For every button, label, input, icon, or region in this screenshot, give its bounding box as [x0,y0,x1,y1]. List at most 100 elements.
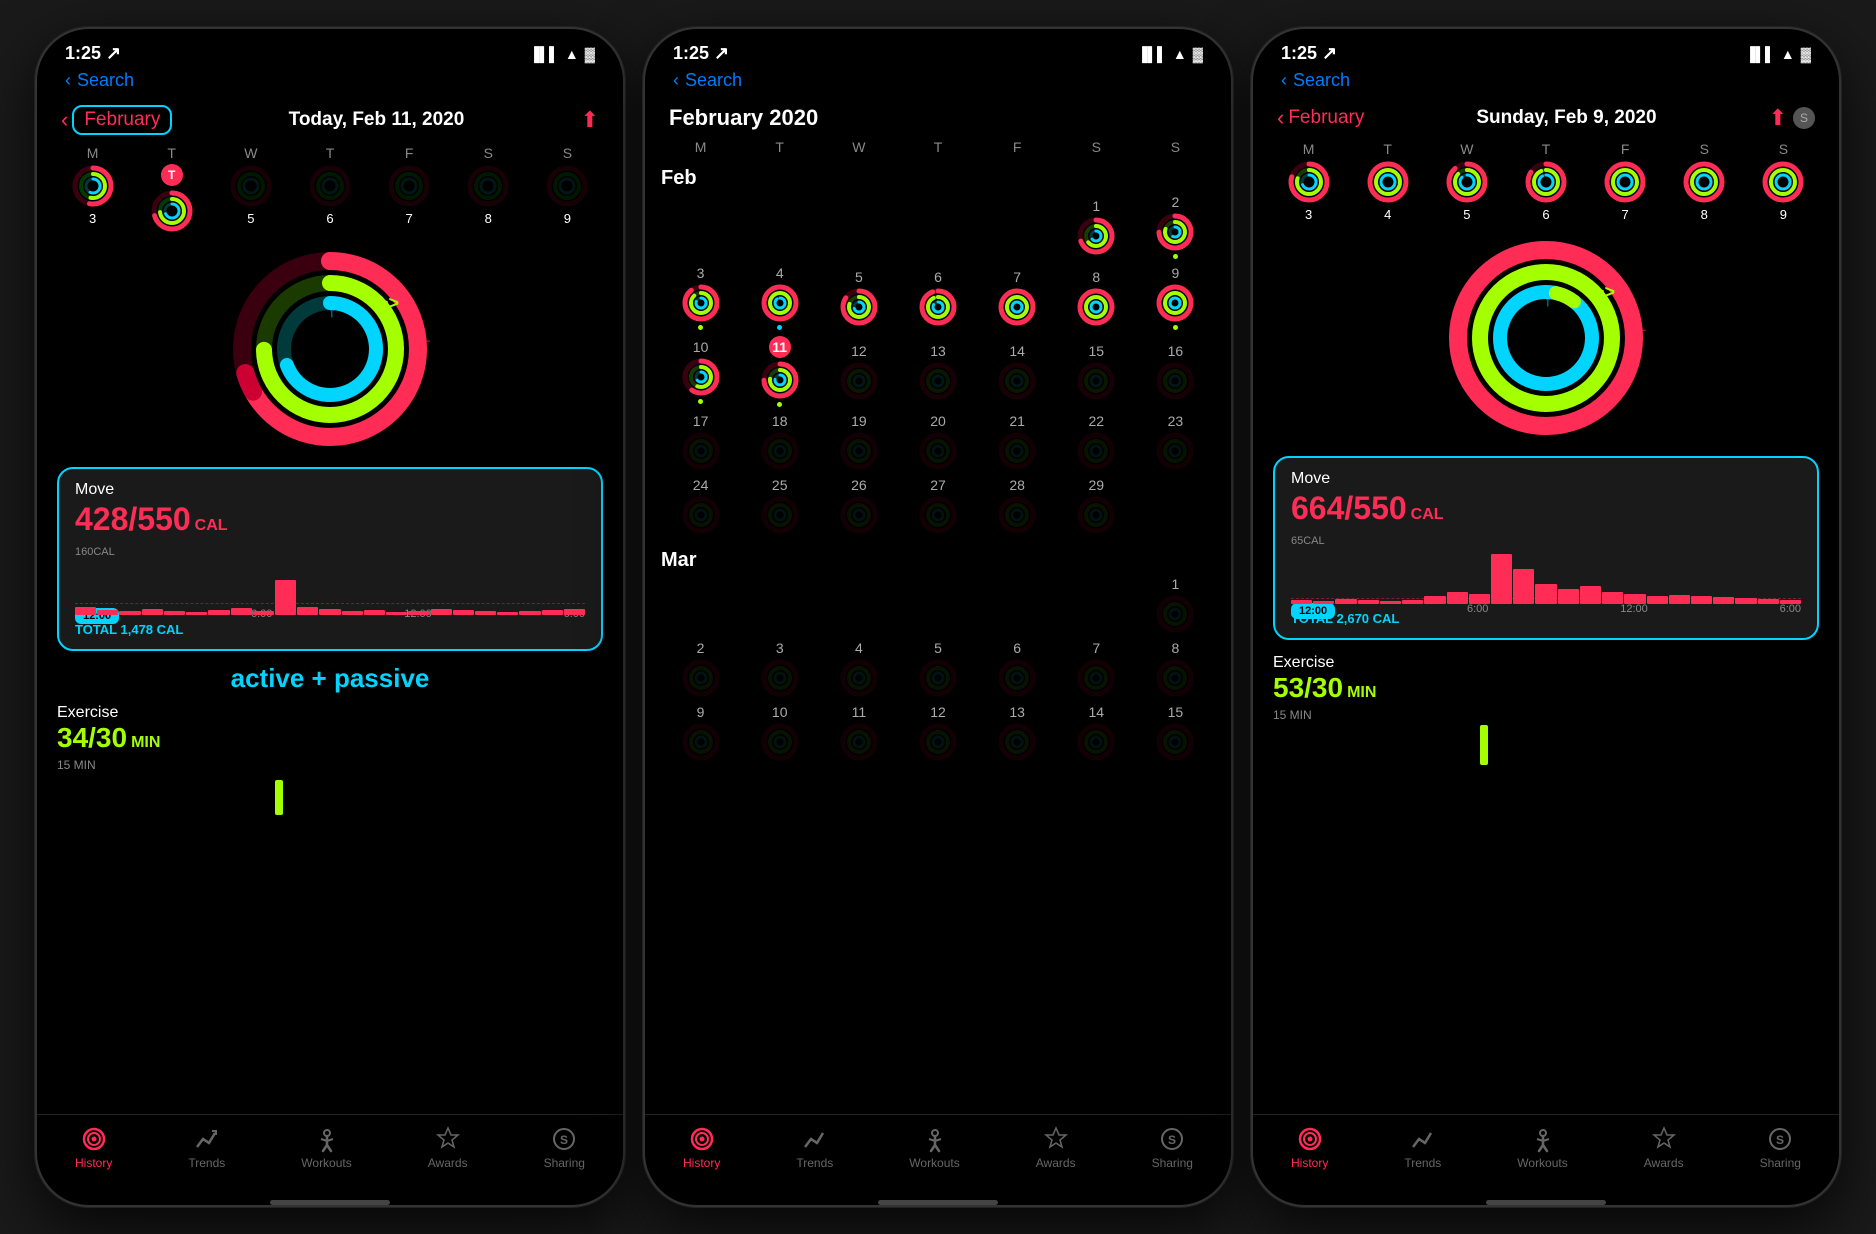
cal-day-26[interactable]: 26 [819,477,898,535]
day-ring-tue-3[interactable] [1366,160,1410,204]
day-ring-thu[interactable] [308,164,352,208]
tab-awards-3[interactable]: Awards [1644,1125,1684,1170]
cal-day-mar14[interactable]: 14 [1057,704,1136,762]
cal-day-5[interactable]: 5 [819,269,898,327]
cal-day-24[interactable]: 24 [661,477,740,535]
share-button-1[interactable]: ⬆ [581,107,599,133]
exercise-value-1: 34/30 [57,722,127,754]
back-button-1[interactable]: ‹ February [61,105,172,135]
cal-day-mar5[interactable]: 5 [898,640,977,698]
cal-day-18[interactable]: 18 [740,413,819,471]
cal-day-11-today[interactable]: 11 [740,336,819,407]
svg-text:S: S [560,1133,568,1147]
chart-time-start-3: 12:00 [1291,603,1335,619]
cal-day-2[interactable]: 2 [1136,194,1215,259]
cal-day-15[interactable]: 15 [1057,343,1136,401]
cal-day-27[interactable]: 27 [898,477,977,535]
cal-day-mar6[interactable]: 6 [978,640,1057,698]
phone-2: 1:25 ↗ ▐▌▌ ▲ ▓ ‹ Search February 2020 M … [643,27,1233,1207]
day-ring-sat-3[interactable] [1682,160,1726,204]
exercise-row-1: Exercise 34/30 MIN [37,698,623,756]
cal-day-mar4[interactable]: 4 [819,640,898,698]
cal-day-9[interactable]: 9 [1136,265,1215,330]
day-ring-sat[interactable] [466,164,510,208]
cal-day-20[interactable]: 20 [898,413,977,471]
day-ring-tue[interactable] [150,189,194,233]
tab-workouts-2[interactable]: Workouts [909,1125,959,1170]
min-label-1: 15 MIN [37,756,623,774]
move-card-3: Move 664/550 CAL 65CAL [1273,456,1819,640]
cal-day-12[interactable]: 12 [819,343,898,401]
day-ring-mon[interactable] [71,164,115,208]
cal-day-10[interactable]: 10 [661,339,740,404]
cal-day-mar8[interactable]: 8 [1136,640,1215,698]
cal-day-6[interactable]: 6 [898,269,977,327]
move-label-1: Move [75,481,585,499]
cal-day-19[interactable]: 19 [819,413,898,471]
cal-day-1[interactable]: 1 [1057,198,1136,256]
cal-day-23[interactable]: 23 [1136,413,1215,471]
tab-sharing-2[interactable]: S Sharing [1152,1125,1193,1170]
cal-day-8[interactable]: 8 [1057,269,1136,327]
cal-day-22[interactable]: 22 [1057,413,1136,471]
day-ring-wed-3[interactable] [1445,160,1489,204]
tab-workouts-1[interactable]: Workouts [301,1125,351,1170]
search-text-1[interactable]: Search [77,70,134,91]
week-day-sun-3: S 9 [1761,141,1805,222]
tab-sharing-3[interactable]: S Sharing [1760,1125,1801,1170]
cal-day-mar3[interactable]: 3 [740,640,819,698]
cal-day-mar12[interactable]: 12 [898,704,977,762]
tab-history-1[interactable]: History [75,1125,112,1170]
search-text-2[interactable]: Search [685,70,742,91]
cal-day-13[interactable]: 13 [898,343,977,401]
workouts-icon-1 [313,1125,341,1153]
day-ring-sun-3-active[interactable] [1761,160,1805,204]
back-chevron-icon-3: ‹ [1277,105,1284,131]
cal-day-4[interactable]: 4 [740,265,819,330]
day-ring-fri[interactable] [387,164,431,208]
cal-day-3[interactable]: 3 [661,265,740,330]
tab-awards-1[interactable]: Awards [428,1125,468,1170]
cal-day-mar13[interactable]: 13 [978,704,1057,762]
cal-day-14[interactable]: 14 [978,343,1057,401]
wifi-icon: ▲ [565,46,579,62]
cal-day-17[interactable]: 17 [661,413,740,471]
back-label-3: February [1288,107,1364,129]
tab-history-2[interactable]: History [683,1125,720,1170]
cal-day-mar10[interactable]: 10 [740,704,819,762]
cal-day-28[interactable]: 28 [978,477,1057,535]
status-icons-3: ▐▌▌ ▲ ▓ [1745,46,1811,62]
cal-day-16[interactable]: 16 [1136,343,1215,401]
cal-day-mar15[interactable]: 15 [1136,704,1215,762]
status-icons-1: ▐▌▌ ▲ ▓ [529,46,595,62]
cal-day-29[interactable]: 29 [1057,477,1136,535]
day-ring-thu-3[interactable] [1524,160,1568,204]
cal-day-mar7[interactable]: 7 [1057,640,1136,698]
sharing-icon-2: S [1158,1125,1186,1153]
day-ring-fri-3[interactable] [1603,160,1647,204]
tab-workouts-3[interactable]: Workouts [1517,1125,1567,1170]
cal-day-mar11[interactable]: 11 [819,704,898,762]
search-text-3[interactable]: Search [1293,70,1350,91]
tab-trends-1[interactable]: Trends [188,1125,225,1170]
search-back-icon-2[interactable]: ‹ [673,70,679,91]
tab-history-3[interactable]: History [1291,1125,1328,1170]
search-back-icon-3[interactable]: ‹ [1281,70,1287,91]
cal-day-mar1[interactable]: 1 [1136,576,1215,634]
day-ring-mon-3[interactable] [1287,160,1331,204]
cal-day-mar2[interactable]: 2 [661,640,740,698]
cal-day-25[interactable]: 25 [740,477,819,535]
cal-day-7[interactable]: 7 [978,269,1057,327]
back-button-3[interactable]: ‹ February [1277,105,1364,131]
tab-awards-2[interactable]: Awards [1036,1125,1076,1170]
tab-sharing-1[interactable]: S Sharing [544,1125,585,1170]
cal-day-21[interactable]: 21 [978,413,1057,471]
day-ring-sun[interactable] [545,164,589,208]
day-ring-wed[interactable] [229,164,273,208]
cal-day-mar9[interactable]: 9 [661,704,740,762]
tab-trends-2[interactable]: Trends [796,1125,833,1170]
tab-trends-3[interactable]: Trends [1404,1125,1441,1170]
awards-icon-3 [1650,1125,1678,1153]
share-button-3[interactable]: ⬆ [1769,105,1787,131]
search-back-icon-1[interactable]: ‹ [65,70,71,91]
